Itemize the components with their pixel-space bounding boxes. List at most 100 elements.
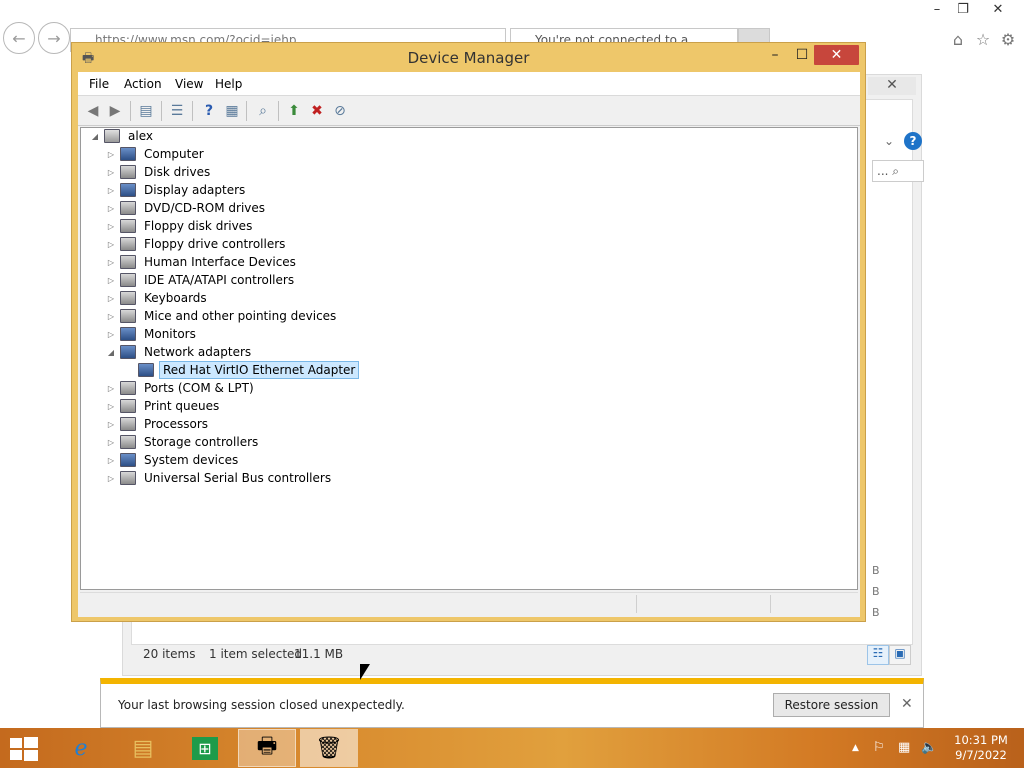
- browser-back-button[interactable]: ←: [3, 22, 35, 54]
- restore-session-button[interactable]: Restore session: [773, 693, 890, 717]
- collapsed-arrow-icon[interactable]: ▷: [105, 474, 117, 483]
- collapsed-arrow-icon[interactable]: ▷: [105, 276, 117, 285]
- collapsed-arrow-icon[interactable]: ▷: [105, 258, 117, 267]
- collapsed-arrow-icon[interactable]: ▷: [105, 222, 117, 231]
- volume-muted-icon[interactable]: 🔈: [921, 740, 937, 755]
- tree-category-item[interactable]: ▷ IDE ATA/ATAPI controllers: [105, 271, 297, 289]
- disable-icon[interactable]: ⊘: [329, 100, 351, 122]
- browser-forward-button[interactable]: →: [38, 22, 70, 54]
- display-icon: [120, 183, 136, 197]
- collapsed-arrow-icon[interactable]: ▷: [105, 330, 117, 339]
- back-icon[interactable]: ◀: [82, 100, 104, 122]
- tree-item-label: Computer: [144, 147, 204, 161]
- device-tree: ◢ alex ▷ Computer ▷ Disk drives ▷ Display ada…: [80, 127, 858, 590]
- collapsed-arrow-icon[interactable]: ▷: [105, 384, 117, 393]
- tree-category-item[interactable]: ▷ Ports (COM & LPT): [105, 379, 257, 397]
- chevron-up-icon[interactable]: ▲: [852, 743, 859, 753]
- collapsed-arrow-icon[interactable]: ▷: [105, 168, 117, 177]
- tree-item-label: System devices: [144, 453, 239, 467]
- tree-category-item[interactable]: ▷ Storage controllers: [105, 433, 261, 451]
- tree-item-label: Mice and other pointing devices: [144, 309, 337, 323]
- scan-icon[interactable]: ⌕: [252, 100, 274, 122]
- tree-category-item[interactable]: ▷ DVD/CD-ROM drives: [105, 199, 268, 217]
- windows-logo-pane: [10, 750, 22, 760]
- tree-root[interactable]: ◢ alex: [89, 127, 156, 145]
- browser-minimize-button[interactable]: –: [924, 2, 950, 20]
- collapsed-arrow-icon[interactable]: ▷: [105, 438, 117, 447]
- tree-category-item[interactable]: ▷ Mice and other pointing devices: [105, 307, 339, 325]
- back-arrow-icon: ←: [12, 28, 26, 48]
- collapsed-arrow-icon[interactable]: ▷: [105, 402, 117, 411]
- downloads-close-button[interactable]: ✕: [868, 77, 916, 95]
- tree-item-label: Floppy drive controllers: [144, 237, 286, 251]
- collapsed-arrow-icon[interactable]: ▷: [105, 150, 117, 159]
- properties-icon[interactable]: ▤: [135, 100, 157, 122]
- star-icon[interactable]: ☆: [973, 30, 993, 50]
- tree-category-item[interactable]: ▷ Floppy drive controllers: [105, 235, 288, 253]
- tree-category-item[interactable]: ▷ Print queues: [105, 397, 222, 415]
- help-icon[interactable]: ?: [198, 100, 220, 122]
- controller-icon: [120, 237, 136, 251]
- chevron-down-icon[interactable]: ⌄: [884, 134, 894, 148]
- uninstall-icon[interactable]: ✖: [306, 100, 328, 122]
- browser-restore-button[interactable]: ❐: [950, 2, 976, 20]
- tree-category-item[interactable]: ▷ Processors: [105, 415, 211, 433]
- menu-action[interactable]: Action: [124, 77, 162, 91]
- tree-item-label: Monitors: [144, 327, 196, 341]
- maximize-button[interactable]: ☐: [788, 45, 816, 65]
- close-button[interactable]: ✕: [814, 45, 859, 65]
- device-manager-icon[interactable]: 🖶: [238, 729, 296, 767]
- flag-icon[interactable]: ⚐: [873, 740, 885, 755]
- internet-explorer-icon[interactable]: ℯ: [52, 729, 110, 767]
- browser-close-button[interactable]: ✕: [985, 2, 1011, 20]
- home-icon[interactable]: ⌂: [948, 30, 968, 50]
- tree-category-item[interactable]: ▷ Human Interface Devices: [105, 253, 299, 271]
- collapsed-arrow-icon[interactable]: ▷: [105, 186, 117, 195]
- tree-category-item[interactable]: ▷ Monitors: [105, 325, 199, 343]
- toolbar-separator: [246, 101, 247, 121]
- recycle-icon[interactable]: 🗑: [300, 729, 358, 767]
- menu-help[interactable]: Help: [215, 77, 242, 91]
- clock[interactable]: 10:31 PM 9/7/2022: [948, 733, 1014, 763]
- tree-category-item[interactable]: ▷ Computer: [105, 145, 207, 163]
- collapsed-arrow-icon[interactable]: ▷: [105, 204, 117, 213]
- forward-icon[interactable]: ▶: [104, 100, 126, 122]
- store-icon[interactable]: ⊞: [176, 729, 234, 767]
- collapsed-arrow-icon[interactable]: ▷: [105, 312, 117, 321]
- tree-category-item[interactable]: ▷ Display adapters: [105, 181, 248, 199]
- tree-category-item[interactable]: ▷ Universal Serial Bus controllers: [105, 469, 334, 487]
- start-button[interactable]: [10, 737, 38, 761]
- network-icon[interactable]: ▦: [898, 740, 910, 755]
- update-driver-icon[interactable]: ⬆: [283, 100, 305, 122]
- device-manager-window: 🖶 Device Manager – ☐ ✕ File Action View …: [71, 42, 866, 622]
- tree-category-item[interactable]: ◢ Network adapters: [105, 343, 254, 361]
- toolbar: ◀ ▶ ▤ ☰ ? ▦ ⌕ ⬆ ✖ ⊘: [78, 96, 860, 126]
- tree-category-item[interactable]: ▷ Disk drives: [105, 163, 213, 181]
- downloads-search-input[interactable]: ... ⌕: [872, 160, 924, 182]
- menu-view[interactable]: View: [175, 77, 203, 91]
- minimize-button[interactable]: –: [762, 45, 788, 65]
- tree-category-item[interactable]: ▷ Floppy disk drives: [105, 217, 255, 235]
- list-icon[interactable]: ☰: [166, 100, 188, 122]
- view-icon[interactable]: ▦: [221, 100, 243, 122]
- collapsed-arrow-icon[interactable]: ▷: [105, 294, 117, 303]
- collapsed-arrow-icon[interactable]: ▷: [105, 456, 117, 465]
- menu-file[interactable]: File: [89, 77, 109, 91]
- expanded-arrow-icon[interactable]: ◢: [105, 348, 117, 357]
- window-title: Device Manager: [407, 49, 530, 67]
- collapsed-arrow-icon[interactable]: ▷: [105, 420, 117, 429]
- windows-logo-pane: [24, 737, 38, 748]
- windows-logo-icon: [10, 738, 22, 748]
- printer-icon: [120, 399, 136, 413]
- tiles-view-icon[interactable]: ▣: [889, 645, 911, 665]
- expanded-arrow-icon[interactable]: ◢: [89, 132, 101, 141]
- help-icon[interactable]: ?: [904, 132, 922, 150]
- tree-category-item[interactable]: ▷ Keyboards: [105, 289, 210, 307]
- close-icon[interactable]: ✕: [901, 696, 913, 712]
- tree-device-item[interactable]: Red Hat VirtIO Ethernet Adapter: [123, 361, 360, 379]
- details-view-icon[interactable]: ☷: [867, 645, 889, 665]
- gear-icon[interactable]: ⚙: [998, 30, 1018, 50]
- file-explorer-icon[interactable]: ▤: [114, 729, 172, 767]
- collapsed-arrow-icon[interactable]: ▷: [105, 240, 117, 249]
- tree-category-item[interactable]: ▷ System devices: [105, 451, 241, 469]
